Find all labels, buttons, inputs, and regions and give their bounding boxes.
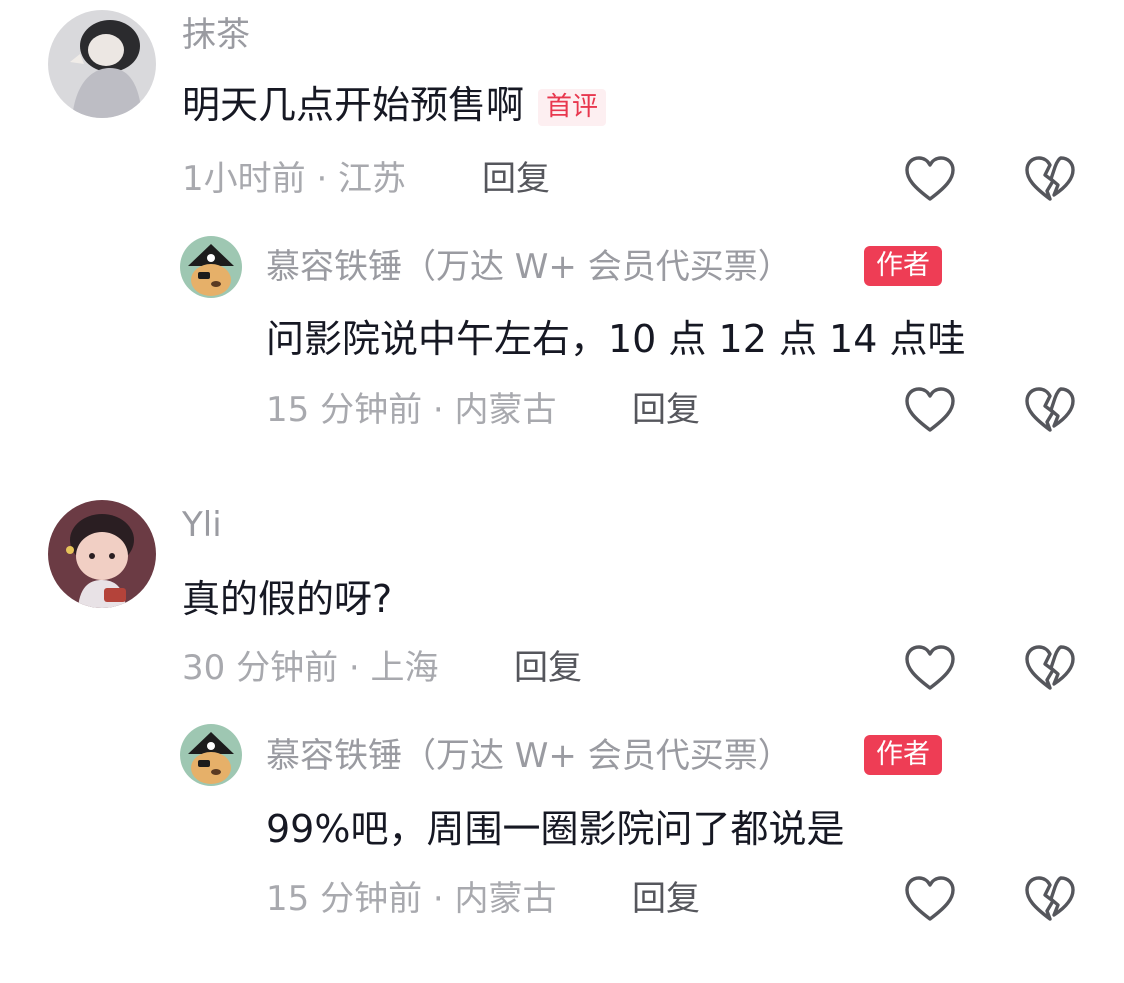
reply-meta: 15 分钟前 · 内蒙古 xyxy=(266,879,557,919)
heart-outline-icon[interactable] xyxy=(904,644,956,692)
reply-button[interactable]: 回复 xyxy=(632,882,700,916)
broken-heart-icon[interactable] xyxy=(1024,875,1076,923)
comment-item: Yli 真的假的呀? 30 分钟前 · 上海 回复 慕容铁锤（万达 W+ 会员代… xyxy=(0,0,1124,983)
author-badge: 作者 xyxy=(864,735,942,775)
username[interactable]: Yli xyxy=(182,508,222,542)
comment-text: 真的假的呀? xyxy=(182,577,393,621)
author-avatar[interactable] xyxy=(180,724,242,786)
comment-meta: 30 分钟前 · 上海 xyxy=(182,648,439,688)
reply-username[interactable]: 慕容铁锤（万达 W+ 会员代买票） xyxy=(266,739,792,773)
reply-text: 99%吧，周围一圈影院问了都说是 xyxy=(266,807,845,851)
reply-button[interactable]: 回复 xyxy=(514,651,582,685)
heart-outline-icon[interactable] xyxy=(904,875,956,923)
avatar[interactable] xyxy=(48,500,156,608)
broken-heart-icon[interactable] xyxy=(1024,644,1076,692)
